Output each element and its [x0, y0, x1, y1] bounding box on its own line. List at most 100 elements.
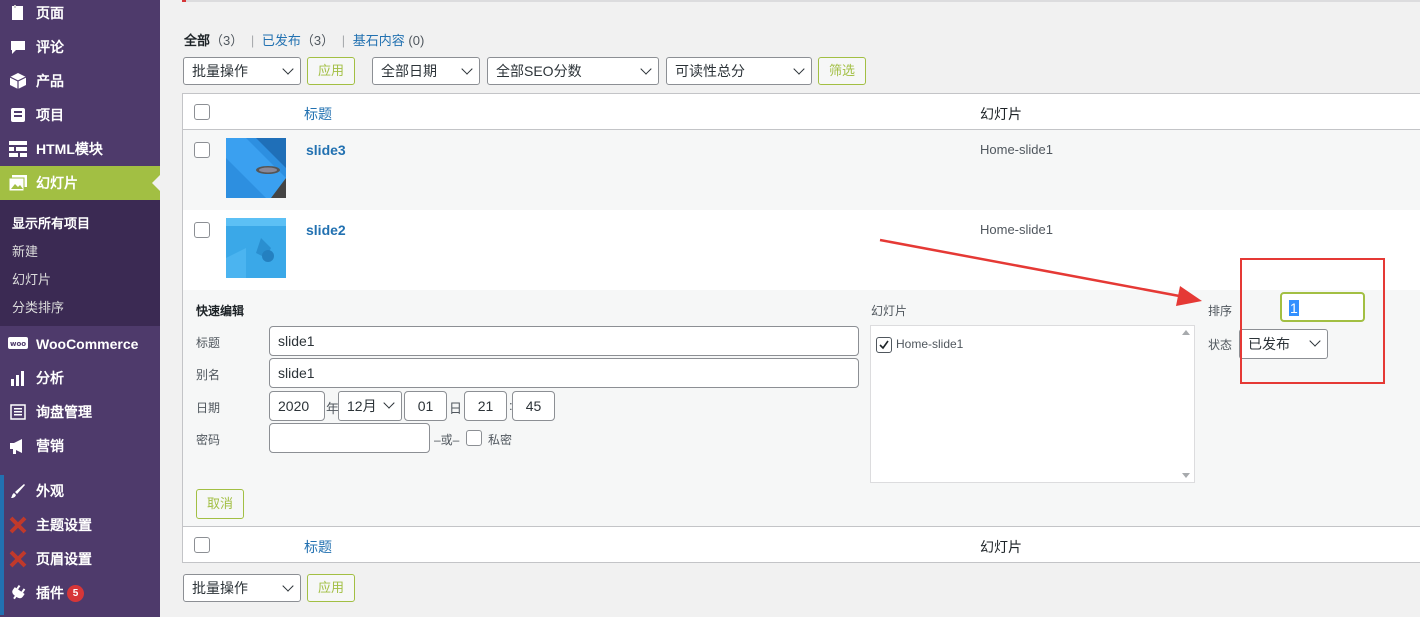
menu-marketing[interactable]: 营销	[0, 429, 160, 463]
plugins-icon	[8, 583, 28, 603]
slides-category-list[interactable]: Home-slide1	[870, 325, 1195, 483]
column-title-footer[interactable]: 标题	[304, 537, 332, 557]
minute-input[interactable]: 45	[512, 391, 555, 421]
menu-label: 营销	[36, 438, 64, 454]
table-row: slide3 Home-slide1	[183, 130, 1420, 210]
menu-label: 插件	[36, 585, 64, 601]
password-label: 密码	[196, 433, 221, 447]
submenu-all-items[interactable]: 显示所有项目	[12, 213, 90, 232]
menu-label: 产品	[36, 73, 64, 89]
html-module-icon	[8, 139, 28, 159]
slide-thumbnail[interactable]	[226, 218, 286, 278]
select-all-checkbox-footer[interactable]	[194, 537, 210, 553]
menu-analytics[interactable]: 分析	[0, 361, 160, 395]
menu-label: WooCommerce	[36, 336, 139, 352]
inquiry-icon	[8, 402, 28, 422]
menu-products[interactable]: 产品	[0, 64, 160, 98]
analytics-icon	[8, 368, 28, 388]
appearance-icon	[8, 481, 28, 501]
annotation-arrow	[879, 238, 1202, 306]
menu-label: 分析	[36, 370, 64, 386]
filter-published[interactable]: 已发布（3）	[262, 33, 334, 48]
slides-table: 标题 幻灯片 slide3 Home-slide1 slide2 Home-sl…	[182, 93, 1420, 563]
bulk-action-value: 批量操作	[192, 580, 248, 596]
home-slide1-checkbox[interactable]	[876, 337, 892, 353]
menu-appearance[interactable]: 外观	[0, 474, 160, 508]
row-checkbox[interactable]	[194, 142, 210, 158]
menu-projects[interactable]: 项目	[0, 98, 160, 132]
menu-theme-settings[interactable]: 主题设置	[0, 508, 160, 542]
status-filter-links: 全部（3） | 已发布（3） | 基石内容 (0)	[184, 33, 425, 48]
chevron-down-icon	[383, 397, 395, 409]
annotation-highlight-box	[1240, 258, 1385, 384]
woocommerce-icon: woo	[8, 334, 28, 354]
month-value: 12月	[347, 398, 377, 414]
row-title-link[interactable]: slide2	[306, 222, 346, 238]
submenu-slide-categories[interactable]: 幻灯片	[12, 269, 51, 288]
apply-button[interactable]: 应用	[307, 57, 355, 85]
menu-label: HTML模块	[36, 141, 103, 157]
chevron-down-icon	[461, 63, 473, 75]
private-label: 私密	[488, 433, 513, 447]
slides-submenu: 显示所有项目 新建 幻灯片 分类排序	[0, 200, 160, 326]
readability-filter-select[interactable]: 可读性总分	[666, 57, 812, 85]
menu-label: 询盘管理	[36, 404, 92, 420]
private-checkbox[interactable]	[466, 430, 482, 446]
menu-woocommerce[interactable]: woo WooCommerce	[0, 327, 160, 361]
slug-input[interactable]: slide1	[269, 358, 859, 388]
scroll-down-icon[interactable]	[1182, 473, 1190, 478]
menu-pages[interactable]: 页面	[0, 0, 160, 30]
filter-cornerstone[interactable]: 基石内容 (0)	[353, 33, 425, 48]
cancel-button[interactable]: 取消	[196, 489, 244, 519]
day-input[interactable]: 01	[404, 391, 447, 421]
chevron-down-icon	[282, 63, 294, 75]
row-checkbox[interactable]	[194, 222, 210, 238]
menu-inquiry[interactable]: 询盘管理	[0, 395, 160, 429]
main-content: 全部（3） | 已发布（3） | 基石内容 (0) 批量操作 应用 全部日期 全…	[160, 0, 1420, 617]
year-input[interactable]: 2020	[269, 391, 325, 421]
hour-input[interactable]: 21	[464, 391, 507, 421]
menu-label: 页眉设置	[36, 551, 92, 567]
top-notice-edge	[182, 0, 186, 2]
top-divider	[182, 0, 1420, 2]
menu-header-settings[interactable]: 页眉设置	[0, 542, 160, 576]
filter-button[interactable]: 筛选	[818, 57, 866, 85]
select-all-checkbox[interactable]	[194, 104, 210, 120]
bulk-action-select-bottom[interactable]: 批量操作	[183, 574, 301, 602]
menu-slides[interactable]: 幻灯片	[0, 166, 160, 200]
chevron-down-icon	[793, 63, 805, 75]
slide-thumbnail[interactable]	[226, 138, 286, 198]
status-label: 状态	[1208, 338, 1233, 352]
date-label: 日期	[196, 401, 221, 415]
plugins-update-badge: 5	[67, 584, 84, 602]
comment-icon	[8, 37, 28, 57]
seo-filter-value: 全部SEO分数	[496, 63, 582, 79]
column-title-header[interactable]: 标题	[304, 104, 332, 124]
marketing-icon	[8, 436, 28, 456]
submenu-category-order[interactable]: 分类排序	[12, 297, 64, 316]
menu-plugins[interactable]: 插件 5	[0, 576, 160, 610]
date-filter-value: 全部日期	[381, 63, 437, 79]
menu-html-module[interactable]: HTML模块	[0, 132, 160, 166]
svg-text:woo: woo	[10, 340, 26, 348]
or-text: –或–	[434, 433, 460, 447]
slug-label: 别名	[196, 368, 221, 382]
filter-all[interactable]: 全部（3）	[184, 33, 243, 48]
bulk-action-select[interactable]: 批量操作	[183, 57, 301, 85]
scroll-up-icon[interactable]	[1182, 330, 1190, 335]
month-select[interactable]: 12月	[338, 391, 402, 421]
date-filter-select[interactable]: 全部日期	[372, 57, 480, 85]
menu-label: 幻灯片	[36, 175, 78, 191]
submenu-add-new[interactable]: 新建	[12, 241, 38, 260]
table-header: 标题 幻灯片	[183, 94, 1420, 130]
menu-comments[interactable]: 评论	[0, 30, 160, 64]
row-slides-value: Home-slide1	[980, 142, 1053, 157]
title-input[interactable]: slide1	[269, 326, 859, 356]
menu-label: 评论	[36, 39, 64, 55]
seo-filter-select[interactable]: 全部SEO分数	[487, 57, 659, 85]
column-slides-footer: 幻灯片	[980, 539, 1022, 555]
password-input[interactable]	[269, 423, 430, 453]
row-title-link[interactable]: slide3	[306, 142, 346, 158]
apply-button-bottom[interactable]: 应用	[307, 574, 355, 602]
column-slides-header: 幻灯片	[980, 106, 1022, 122]
